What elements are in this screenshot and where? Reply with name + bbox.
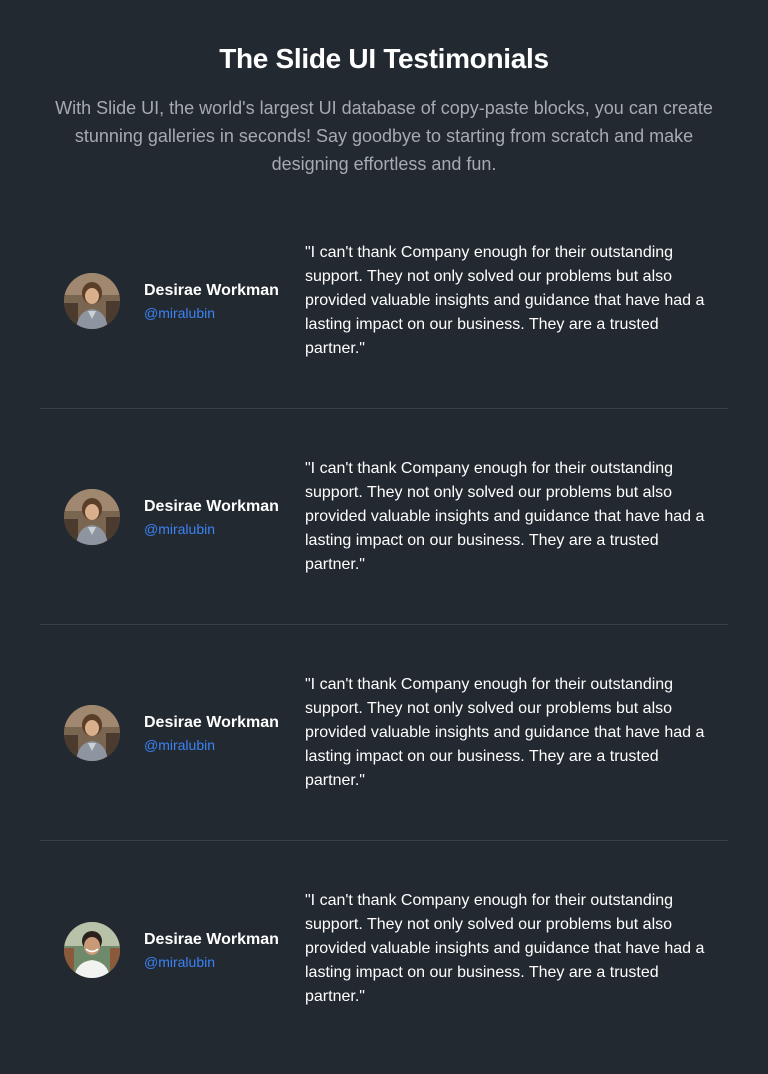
person-handle[interactable]: @miralubin [144, 734, 294, 756]
testimonials-section: The Slide UI Testimonials With Slide UI,… [0, 0, 768, 1074]
testimonial-quote: "I can't thank Company enough for their … [305, 892, 705, 1005]
person-name: Desirae Workman [144, 498, 279, 515]
avatar [64, 273, 120, 329]
testimonial-item: Desirae Workman @miralubin "I can't than… [40, 409, 728, 625]
person-info: Desirae Workman @miralubin [144, 929, 294, 973]
page-title: The Slide UI Testimonials [219, 43, 549, 74]
testimonial-quote: "I can't thank Company enough for their … [305, 676, 705, 789]
testimonial-item: Desirae Workman @miralubin "I can't than… [40, 625, 728, 841]
testimonial-quote: "I can't thank Company enough for their … [305, 244, 705, 357]
person-handle[interactable]: @miralubin [144, 518, 294, 540]
person-name: Desirae Workman [144, 282, 279, 299]
person-info: Desirae Workman @miralubin [144, 496, 294, 540]
testimonial-item: Desirae Workman @miralubin "I can't than… [40, 193, 728, 409]
page-subtitle: With Slide UI, the world's largest UI da… [55, 98, 713, 174]
person-info: Desirae Workman @miralubin [144, 280, 294, 324]
testimonial-list: Desirae Workman @miralubin "I can't than… [40, 193, 728, 1056]
person-handle[interactable]: @miralubin [144, 951, 294, 973]
avatar [64, 489, 120, 545]
avatar [64, 705, 120, 761]
person-name: Desirae Workman [144, 931, 279, 948]
testimonial-item: Desirae Workman @miralubin "I can't than… [40, 841, 728, 1056]
avatar [64, 922, 120, 978]
testimonial-quote: "I can't thank Company enough for their … [305, 460, 705, 573]
person-handle[interactable]: @miralubin [144, 302, 294, 324]
person-info: Desirae Workman @miralubin [144, 712, 294, 756]
person-name: Desirae Workman [144, 714, 279, 731]
